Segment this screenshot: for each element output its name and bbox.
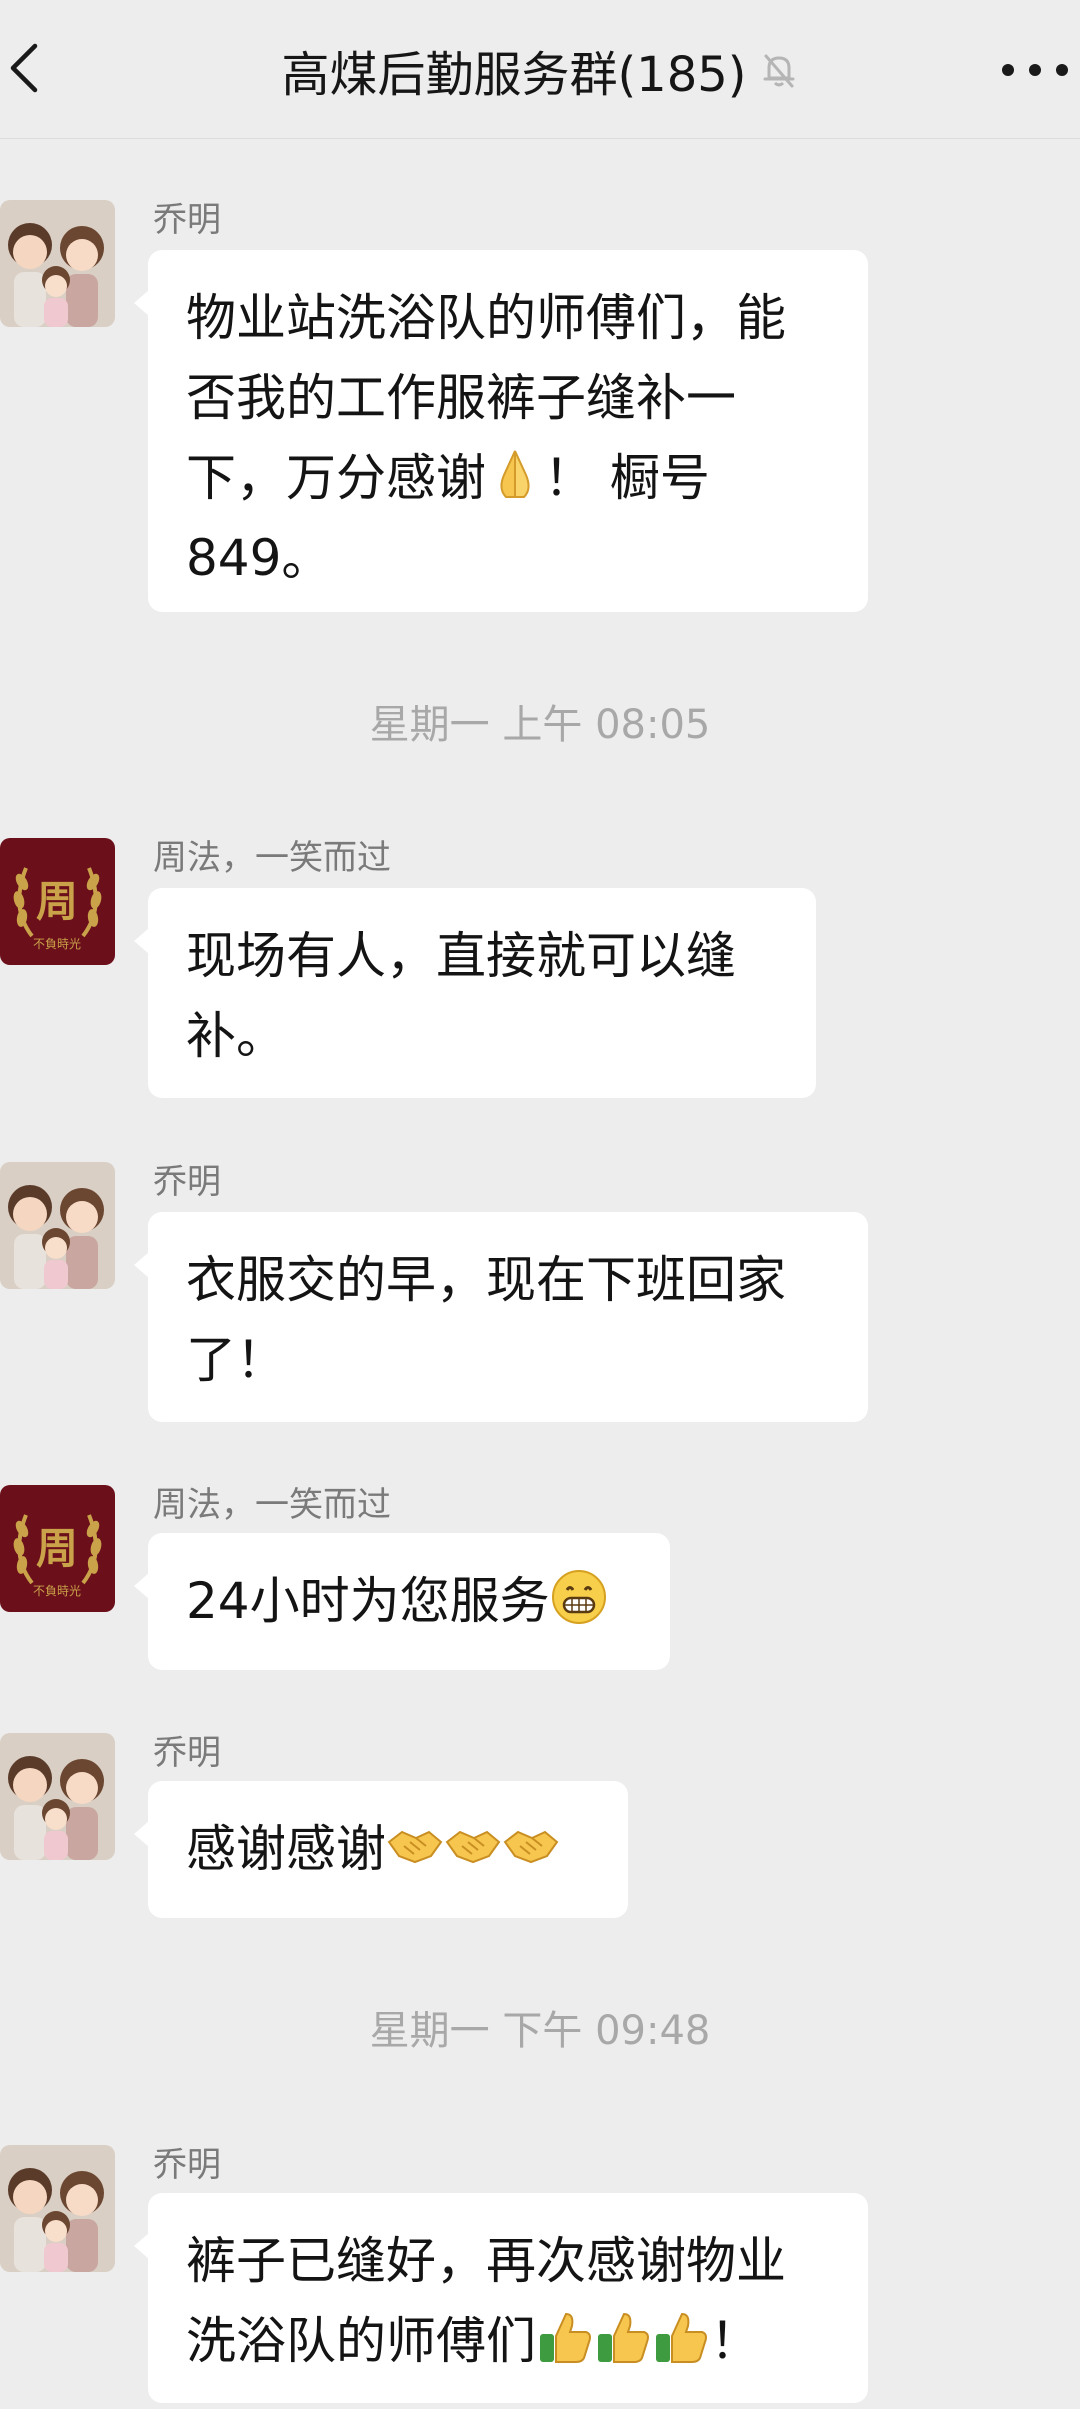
avatar-caption: 不負時光 <box>33 937 81 951</box>
sender-avatar[interactable] <box>0 200 115 327</box>
sender-name: 乔明 <box>153 2145 221 2185</box>
sender-avatar[interactable] <box>0 1733 115 1860</box>
grinning-face-icon <box>550 1568 608 1626</box>
timestamp: 星期一 上午 08:05 <box>369 702 711 748</box>
message-bubble[interactable]: 现场有人，直接就可以缝 补。 <box>134 888 816 1098</box>
sender-avatar[interactable] <box>0 2145 115 2272</box>
avatar-caption: 不負時光 <box>33 1584 81 1598</box>
handshake-icon <box>502 1816 560 1874</box>
message-bubble[interactable]: 衣服交的早，现在下班回家 了！ <box>134 1212 868 1422</box>
message-bubble[interactable]: 裤子已缝好，再次感谢物业 洗浴队的师傅们！ <box>134 2193 868 2403</box>
back-button[interactable] <box>0 28 48 108</box>
message-bubble[interactable]: 感谢感谢 <box>134 1781 628 1918</box>
message-text: 24小时为您服务 <box>186 1572 550 1630</box>
avatar-character: 周 <box>36 1524 78 1573</box>
message-bubble[interactable]: 24小时为您服务 <box>134 1533 670 1670</box>
message-text: 感谢感谢 <box>186 1820 386 1878</box>
message-bubble[interactable]: 物业站洗浴队的师傅们，能 否我的工作服裤子缝补一 下，万分感谢！ 橱号 849。 <box>134 250 868 612</box>
sender-name: 乔明 <box>153 1733 221 1773</box>
sender-name: 周法，一笑而过 <box>153 1485 391 1525</box>
timestamp: 星期一 下午 09:48 <box>369 2008 711 2054</box>
sender-avatar[interactable] <box>0 1162 115 1289</box>
thumbs-up-icon <box>536 2308 594 2366</box>
handshake-icon <box>444 1816 502 1874</box>
bell-off-icon <box>759 50 799 90</box>
sender-avatar[interactable]: 周 不負時光 <box>0 1485 115 1612</box>
folded-hands-icon <box>486 445 544 503</box>
sender-name: 乔明 <box>153 200 221 240</box>
message-text: 现场有人，直接就可以缝 补。 <box>186 927 736 1065</box>
chevron-left-icon <box>10 43 38 93</box>
handshake-icon <box>386 1816 444 1874</box>
sender-avatar[interactable]: 周 不負時光 <box>0 838 115 965</box>
chat-title: 高煤后勤服务群(185) <box>281 47 747 103</box>
avatar-character: 周 <box>36 877 78 926</box>
more-dots-icon <box>1002 64 1068 76</box>
thumbs-up-icon <box>594 2308 652 2366</box>
chat-header: 高煤后勤服务群(185) <box>0 0 1080 139</box>
thumbs-up-icon <box>652 2308 710 2366</box>
chat-title-wrap: 高煤后勤服务群(185) <box>150 30 930 110</box>
sender-name: 周法，一笑而过 <box>153 838 391 878</box>
more-button[interactable] <box>990 40 1080 100</box>
sender-name: 乔明 <box>153 1162 221 1202</box>
message-text-tail: ！ <box>710 2312 760 2370</box>
message-text: 衣服交的早，现在下班回家 了！ <box>186 1251 786 1389</box>
